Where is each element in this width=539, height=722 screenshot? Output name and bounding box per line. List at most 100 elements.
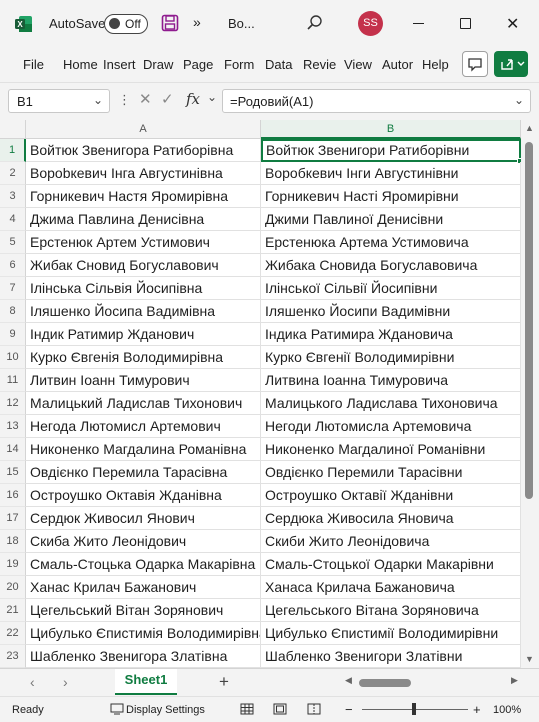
row-header[interactable]: 17 — [0, 507, 26, 530]
vertical-scroll-thumb[interactable] — [525, 142, 533, 499]
row-header[interactable]: 23 — [0, 645, 26, 668]
document-title[interactable]: Bo... — [228, 16, 255, 31]
tab-file[interactable]: File — [23, 57, 53, 72]
row-header[interactable]: 10 — [0, 346, 26, 369]
cell-a[interactable]: Цибулько Єпистимія Володимирівна — [26, 622, 261, 645]
name-box[interactable]: B1 ⌄ — [8, 89, 110, 113]
row-header[interactable]: 14 — [0, 438, 26, 461]
cell-b[interactable]: Остроушко Октавії Жданівни — [261, 484, 521, 507]
row-header[interactable]: 4 — [0, 208, 26, 231]
cell-b[interactable]: Литвина Іоанна Тимуровича — [261, 369, 521, 392]
cell-b[interactable]: Овдієнко Перемили Тарасівни — [261, 461, 521, 484]
tab-view[interactable]: View — [344, 57, 374, 72]
cell-a[interactable]: Никоненко Магдалина Романівна — [26, 438, 261, 461]
column-header-b[interactable]: B — [261, 120, 521, 139]
chevron-down-icon[interactable]: ⌄ — [93, 93, 103, 107]
zoom-out-button[interactable]: − — [345, 702, 353, 717]
cell-b[interactable]: Скиби Жито Леонідовича — [261, 530, 521, 553]
cell-a[interactable]: Джима Павлина Денисівна — [26, 208, 261, 231]
zoom-in-button[interactable]: + — [473, 702, 481, 717]
cell-b[interactable]: Воробкевич Інги Августинівни — [261, 162, 521, 185]
row-header[interactable]: 5 — [0, 231, 26, 254]
cell-a[interactable]: Ханас Крилач Бажанович — [26, 576, 261, 599]
row-header[interactable]: 15 — [0, 461, 26, 484]
tab-draw[interactable]: Draw — [143, 57, 177, 72]
autosave-toggle[interactable]: Off — [104, 14, 148, 34]
cell-b[interactable]: Ханаса Крилача Бажановича — [261, 576, 521, 599]
cell-a[interactable]: Ворobкевич Інга Августинівна — [26, 162, 261, 185]
cell-b[interactable]: Малицького Ладислава Тихоновича — [261, 392, 521, 415]
cell-a[interactable]: Індик Ратимир Жданович — [26, 323, 261, 346]
cell-a[interactable]: Сердюк Живосил Янович — [26, 507, 261, 530]
cell-a[interactable]: Цегельський Вітан Зорянович — [26, 599, 261, 622]
scroll-down-icon[interactable]: ▼ — [525, 654, 534, 664]
cell-b[interactable]: Індика Ратимира Ждановича — [261, 323, 521, 346]
zoom-level[interactable]: 100% — [493, 704, 521, 716]
cell-b[interactable]: Жибака Сновида Богуславовича — [261, 254, 521, 277]
insert-function-icon[interactable]: fx — [186, 90, 200, 108]
tab-help[interactable]: Help — [422, 57, 454, 72]
cell-b[interactable]: Ерстенюка Артема Устимовича — [261, 231, 521, 254]
page-break-view-icon[interactable] — [307, 703, 321, 715]
row-header[interactable]: 22 — [0, 622, 26, 645]
horizontal-scroll-thumb[interactable] — [359, 679, 411, 687]
search-icon[interactable] — [306, 14, 324, 32]
row-header[interactable]: 7 — [0, 277, 26, 300]
tab-insert[interactable]: Insert — [103, 57, 138, 72]
scroll-left-icon[interactable]: ◀ — [345, 675, 352, 686]
avatar[interactable]: SS — [358, 11, 383, 36]
row-header[interactable]: 12 — [0, 392, 26, 415]
cell-a[interactable]: Ерстенюк Артем Устимович — [26, 231, 261, 254]
qat-more-icon[interactable]: » — [193, 14, 201, 30]
expand-formula-icon[interactable]: ⌄ — [514, 93, 524, 107]
tab-review[interactable]: Revie — [303, 57, 337, 72]
cell-a[interactable]: Малицький Ладислав Тихонович — [26, 392, 261, 415]
minimize-button[interactable] — [413, 23, 424, 24]
normal-view-icon[interactable] — [240, 703, 254, 715]
cell-a[interactable]: Смаль-Стоцька Одарка Макарівна — [26, 553, 261, 576]
row-header[interactable]: 2 — [0, 162, 26, 185]
cell-a[interactable]: Іляшенко Йосипа Вадимівна — [26, 300, 261, 323]
zoom-slider-handle[interactable] — [412, 703, 416, 715]
row-header[interactable]: 8 — [0, 300, 26, 323]
sheet-tab-sheet1[interactable]: Sheet1 — [115, 669, 177, 695]
cell-b[interactable]: Смаль-Стоцької Одарки Макарівни — [261, 553, 521, 576]
cell-b[interactable]: Никоненко Магдалиної Романівни — [261, 438, 521, 461]
cell-a[interactable]: Негода Лютомисл Артемович — [26, 415, 261, 438]
cell-a[interactable]: Ілінська Сільвія Йосипівна — [26, 277, 261, 300]
cell-b[interactable]: Ілінської Сільвії Йосипівни — [261, 277, 521, 300]
close-icon[interactable]: ✕ — [506, 14, 519, 34]
tab-data[interactable]: Data — [265, 57, 297, 72]
cell-b[interactable]: Цибулько Єпистимії Володимирівни — [261, 622, 521, 645]
cell-a[interactable]: Овдієнко Перемила Тарасівна — [26, 461, 261, 484]
row-header[interactable]: 13 — [0, 415, 26, 438]
cell-b[interactable]: Сердюка Живосила Яновича — [261, 507, 521, 530]
cell-b[interactable]: Курко Євгенії Володимирівни — [261, 346, 521, 369]
row-header[interactable]: 19 — [0, 553, 26, 576]
cell-a[interactable]: Скиба Жито Леонідович — [26, 530, 261, 553]
row-header[interactable]: 9 — [0, 323, 26, 346]
sheet-prev-icon[interactable]: ‹ — [30, 674, 35, 690]
cell-a[interactable]: Жибак Сновид Богуславович — [26, 254, 261, 277]
cell-a[interactable]: Остроушко Октавія Жданівна — [26, 484, 261, 507]
row-header[interactable]: 18 — [0, 530, 26, 553]
share-button[interactable] — [494, 51, 528, 77]
maximize-button[interactable] — [460, 18, 471, 29]
row-header[interactable]: 16 — [0, 484, 26, 507]
cell-a[interactable]: Курко Євгенія Володимирівна — [26, 346, 261, 369]
row-header[interactable]: 20 — [0, 576, 26, 599]
cell-b[interactable]: Іляшенко Йосипи Вадимівни — [261, 300, 521, 323]
tab-home[interactable]: Home — [63, 57, 98, 72]
row-header[interactable]: 11 — [0, 369, 26, 392]
vertical-scrollbar[interactable]: ▲ ▼ — [521, 120, 539, 668]
comments-button[interactable] — [462, 51, 488, 77]
row-header[interactable]: 21 — [0, 599, 26, 622]
cell-a[interactable]: Войтюк Звенигора Ратиборівна — [26, 139, 261, 162]
formula-bar-grip-icon[interactable]: ⋮ — [118, 92, 131, 108]
scroll-right-icon[interactable]: ▶ — [511, 675, 518, 686]
select-all-corner[interactable] — [0, 120, 26, 139]
sheet-next-icon[interactable]: › — [63, 674, 68, 690]
active-cell[interactable]: Войтюк Звенигори Ратиборівни — [261, 139, 521, 162]
cell-a[interactable]: Литвин Іоанн Тимурович — [26, 369, 261, 392]
chevron-down-icon[interactable]: ⌄ — [207, 90, 217, 104]
